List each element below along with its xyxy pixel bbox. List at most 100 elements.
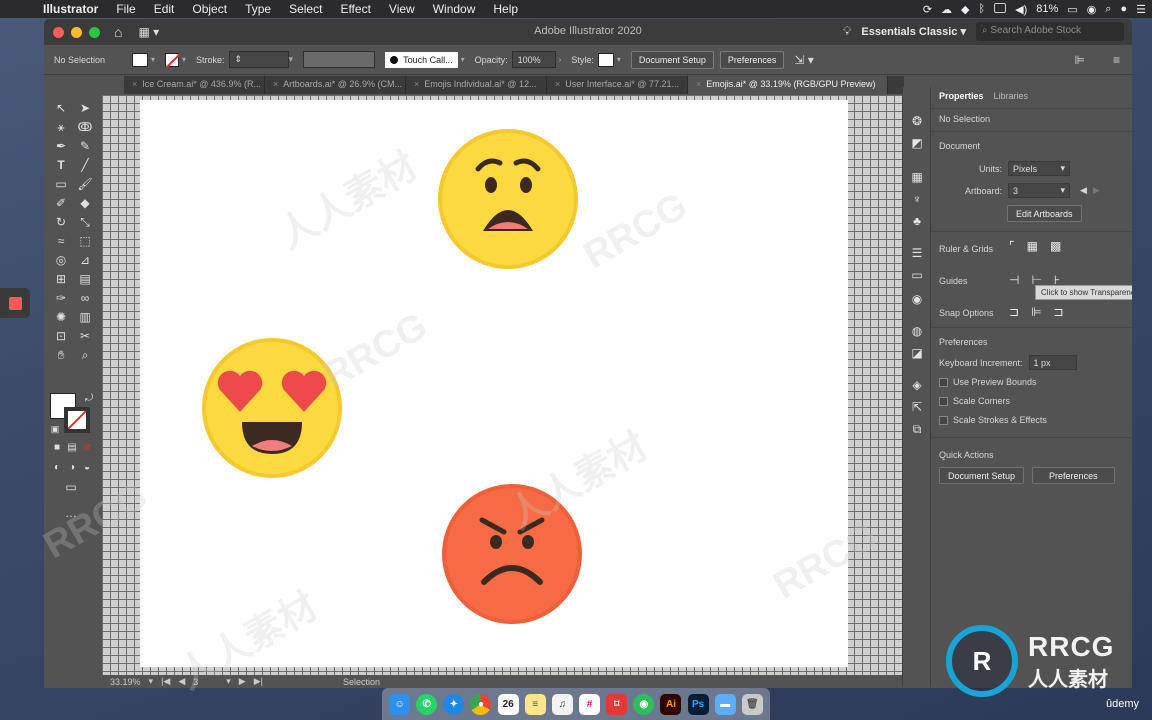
siri-icon[interactable]: ● [1120,3,1127,15]
stroke-weight-field[interactable]: ⇕ [228,51,289,68]
evernote-icon[interactable]: ◉ [633,693,655,715]
zoom-level[interactable]: 33.19% [110,677,141,687]
canvas-area[interactable] [102,95,902,675]
free-transform-tool-icon[interactable]: ⬚ [76,233,94,250]
symbols-icon[interactable]: ♣ [908,213,926,229]
preferences-button[interactable]: Preferences [719,50,785,69]
tab-artboards[interactable]: × Artboards.ai* @ 26.9% (CM... [265,76,406,94]
layers-icon[interactable]: ◈ [908,377,926,393]
angry-emoji[interactable] [442,484,582,624]
direct-selection-tool-icon[interactable]: ➤ [76,100,94,117]
display-icon[interactable] [994,2,1007,16]
menu-file[interactable]: File [107,2,144,16]
artboards-panel-icon[interactable]: ⧉ [908,421,926,437]
document-setup-button[interactable]: Document Setup [939,467,1025,484]
last-artboard-icon[interactable]: ▶| [254,676,263,687]
notification-icon[interactable]: ☰ [1136,3,1146,16]
close-tab-icon[interactable]: × [696,79,701,89]
artboard[interactable] [140,100,848,667]
folder-icon[interactable]: ▬ [714,693,736,715]
scale-tool-icon[interactable]: ⤡ [76,214,94,231]
heart-eyes-emoji[interactable] [202,338,342,478]
mesh-tool-icon[interactable]: ⊞ [52,271,70,288]
swatches-icon[interactable]: ▦ [908,169,926,185]
preferences-button[interactable]: Preferences [1032,467,1115,484]
arrange-documents-icon[interactable]: ▦ ▾ [138,25,159,39]
use-preview-bounds-checkbox[interactable]: Use Preview Bounds [939,377,1037,387]
home-icon[interactable]: ⌂ [114,24,122,40]
close-button[interactable] [53,26,64,38]
checkbox-box[interactable] [939,377,948,387]
zoom-dropdown[interactable]: ▾ [149,676,154,687]
finder-icon[interactable]: ☺ [389,693,411,715]
zoom-button[interactable] [89,26,100,38]
shaper-tool-icon[interactable]: ✐ [52,195,70,212]
close-tab-icon[interactable]: × [273,79,278,89]
paintbrush-tool-icon[interactable]: 🖌︎ [76,176,94,193]
menu-view[interactable]: View [380,2,424,16]
tab-emojis-individual[interactable]: × Emojis Individual.ai* @ 12... [406,76,547,94]
artboard-tool-icon[interactable]: ⊡ [52,328,70,345]
swap-fill-stroke-icon[interactable]: ⤾ [80,390,98,407]
screen-mode-icon[interactable]: ▭ [62,479,80,496]
safari-icon[interactable]: ✦ [443,693,465,715]
column-graph-tool-icon[interactable]: ▥ [76,309,94,326]
brush-definition[interactable]: Touch Call... [385,51,458,68]
grid-icon[interactable]: ▦ [1027,239,1038,253]
selection-tool-icon[interactable]: ↖ [52,100,70,117]
guides-smart-icon[interactable]: ⊦ [1054,273,1060,287]
hand-tool-icon[interactable]: ✋︎ [52,347,70,364]
recording-badge[interactable] [0,288,30,318]
ruler-icon[interactable]: ⌜ [1009,239,1015,253]
tab-user-interface[interactable]: × User Interface.ai* @ 77.21... [547,76,688,94]
menu-edit[interactable]: Edit [145,2,184,16]
menu-type[interactable]: Type [236,2,280,16]
zoom-tool-icon[interactable]: ⌕ [76,347,94,364]
stroke-panel-icon[interactable]: ☰ [908,245,926,261]
default-colors-icon[interactable]: ▣ [46,421,64,438]
scale-strokes-checkbox[interactable]: Scale Strokes & Effects [939,415,1047,425]
menu-effect[interactable]: Effect [331,2,379,16]
close-tab-icon[interactable]: × [555,79,560,89]
battery-text[interactable]: 81% [1036,3,1058,15]
next-artboard-icon[interactable]: ▶ [1093,185,1100,196]
menu-help[interactable]: Help [484,2,527,16]
scale-corners-checkbox[interactable]: Scale Corners [939,396,1010,406]
checkbox-box[interactable] [939,396,948,406]
photoshop-app-icon[interactable]: Ps [687,693,709,715]
appearance-icon[interactable]: ◍ [908,323,926,339]
brush-dropdown[interactable]: ▾ [461,55,465,64]
symbol-sprayer-tool-icon[interactable]: ✺ [52,309,70,326]
stock-search-input[interactable]: ⌕ Search Adobe Stock [976,22,1124,41]
slice-tool-icon[interactable]: ✂ [76,328,94,345]
artboard-dropdown[interactable]: ▾ [226,676,231,687]
menu-window[interactable]: Window [424,2,485,16]
lasso-tool-icon[interactable]: ↂ [76,119,94,136]
style-swatch[interactable]: ▾ [597,52,621,67]
artboard-select[interactable]: 3 ▾ [1008,183,1071,198]
transparency-grid-icon[interactable]: ▩ [1050,239,1061,253]
menu-app-name[interactable]: Illustrator [34,2,107,16]
menu-select[interactable]: Select [280,2,331,16]
color-guide-icon[interactable]: ❂ [908,113,926,129]
slack-icon[interactable]: # [579,693,601,715]
curvature-tool-icon[interactable]: ✎ [76,138,94,155]
opacity-dropdown[interactable]: › [559,55,562,64]
close-tab-icon[interactable]: × [132,79,137,89]
menu-object[interactable]: Object [183,2,236,16]
tab-ice-cream[interactable]: × Ice Cream.ai* @ 436.9% (R... [124,76,265,94]
trash-icon[interactable]: 🗑︎ [741,693,763,715]
type-tool-icon[interactable]: T [52,157,70,174]
current-tool-status[interactable]: Selection [343,677,380,687]
blend-tool-icon[interactable]: ∞ [76,290,94,307]
shape-builder-tool-icon[interactable]: ◎ [52,252,70,269]
gradient-panel-icon[interactable]: ▭ [908,267,926,283]
arrange-icon[interactable]: ⇲ ▾ [794,53,813,67]
checkbox-box[interactable] [939,415,948,425]
draw-inside-icon[interactable]: ◒ [78,459,96,476]
guides-show-icon[interactable]: ⊣ [1009,273,1019,287]
cleaner-icon[interactable]: ⌑ [606,693,628,715]
document-setup-button[interactable]: Document Setup [630,50,714,69]
rotate-tool-icon[interactable]: ↻ [52,214,70,231]
workspace-switcher[interactable]: Essentials Classic ▾ [861,25,966,38]
